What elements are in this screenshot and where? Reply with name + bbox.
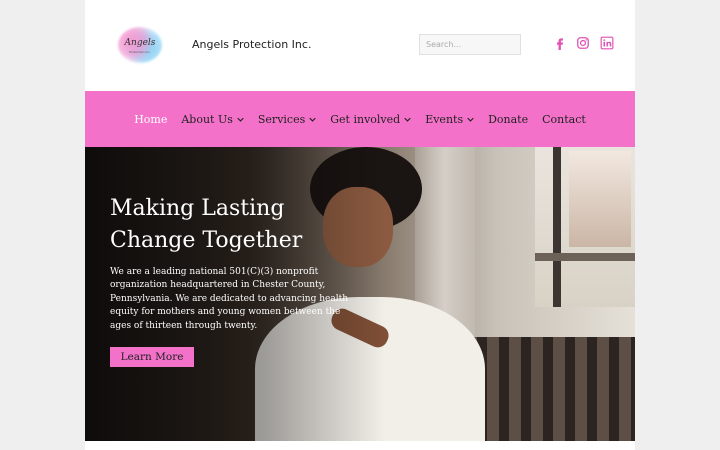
nav-item-label: Services — [257, 112, 306, 126]
nav-item-label: Home — [134, 112, 168, 126]
instagram-icon[interactable] — [576, 36, 590, 50]
logo-text: Angels — [124, 38, 156, 48]
chevron-down-icon — [467, 117, 474, 122]
hero-background-window — [535, 147, 635, 307]
linkedin-icon[interactable] — [600, 36, 614, 50]
hero-title-line: Making Lasting — [110, 196, 285, 221]
nav-item-donate[interactable]: Donate — [488, 113, 528, 126]
hero-banner: Making Lasting Change Together We are a … — [85, 147, 635, 441]
nav-item-about-us[interactable]: About Us — [181, 113, 244, 126]
site-header: Angels Protection Inc. Angels Protection… — [85, 0, 635, 91]
nav-item-contact[interactable]: Contact — [542, 113, 586, 126]
nav-item-services[interactable]: Services — [258, 113, 316, 126]
nav-item-label: Events — [425, 112, 464, 126]
window-frame — [553, 147, 561, 307]
learn-more-button[interactable]: Learn More — [110, 347, 194, 367]
nav-item-label: Contact — [542, 112, 586, 126]
nav-item-label: About Us — [181, 112, 233, 126]
nav-item-get-involved[interactable]: Get involved — [330, 113, 411, 126]
site-logo[interactable]: Angels Protection Inc. — [118, 25, 162, 65]
site-title[interactable]: Angels Protection Inc. — [192, 38, 311, 51]
main-navigation: Home About Us Services Get involved Even… — [85, 91, 635, 147]
chevron-down-icon — [309, 117, 316, 122]
chevron-down-icon — [404, 117, 411, 122]
logo-subtext: Protection Inc. — [129, 50, 151, 54]
facebook-icon[interactable] — [553, 36, 567, 50]
hero-description: We are a leading national 501(C)(3) nonp… — [110, 267, 349, 331]
chevron-down-icon — [237, 117, 244, 122]
search-input[interactable] — [419, 34, 521, 55]
window-pane — [569, 151, 631, 247]
hero-title: Making Lasting Change Together — [110, 193, 340, 257]
page: Angels Protection Inc. Angels Protection… — [85, 0, 635, 450]
window-sill — [535, 253, 635, 261]
nav-item-label: Get involved — [330, 112, 401, 126]
hero-title-line: Change Together — [110, 228, 303, 253]
nav-item-label: Donate — [488, 112, 529, 126]
nav-item-events[interactable]: Events — [425, 113, 474, 126]
nav-item-home[interactable]: Home — [134, 113, 167, 126]
